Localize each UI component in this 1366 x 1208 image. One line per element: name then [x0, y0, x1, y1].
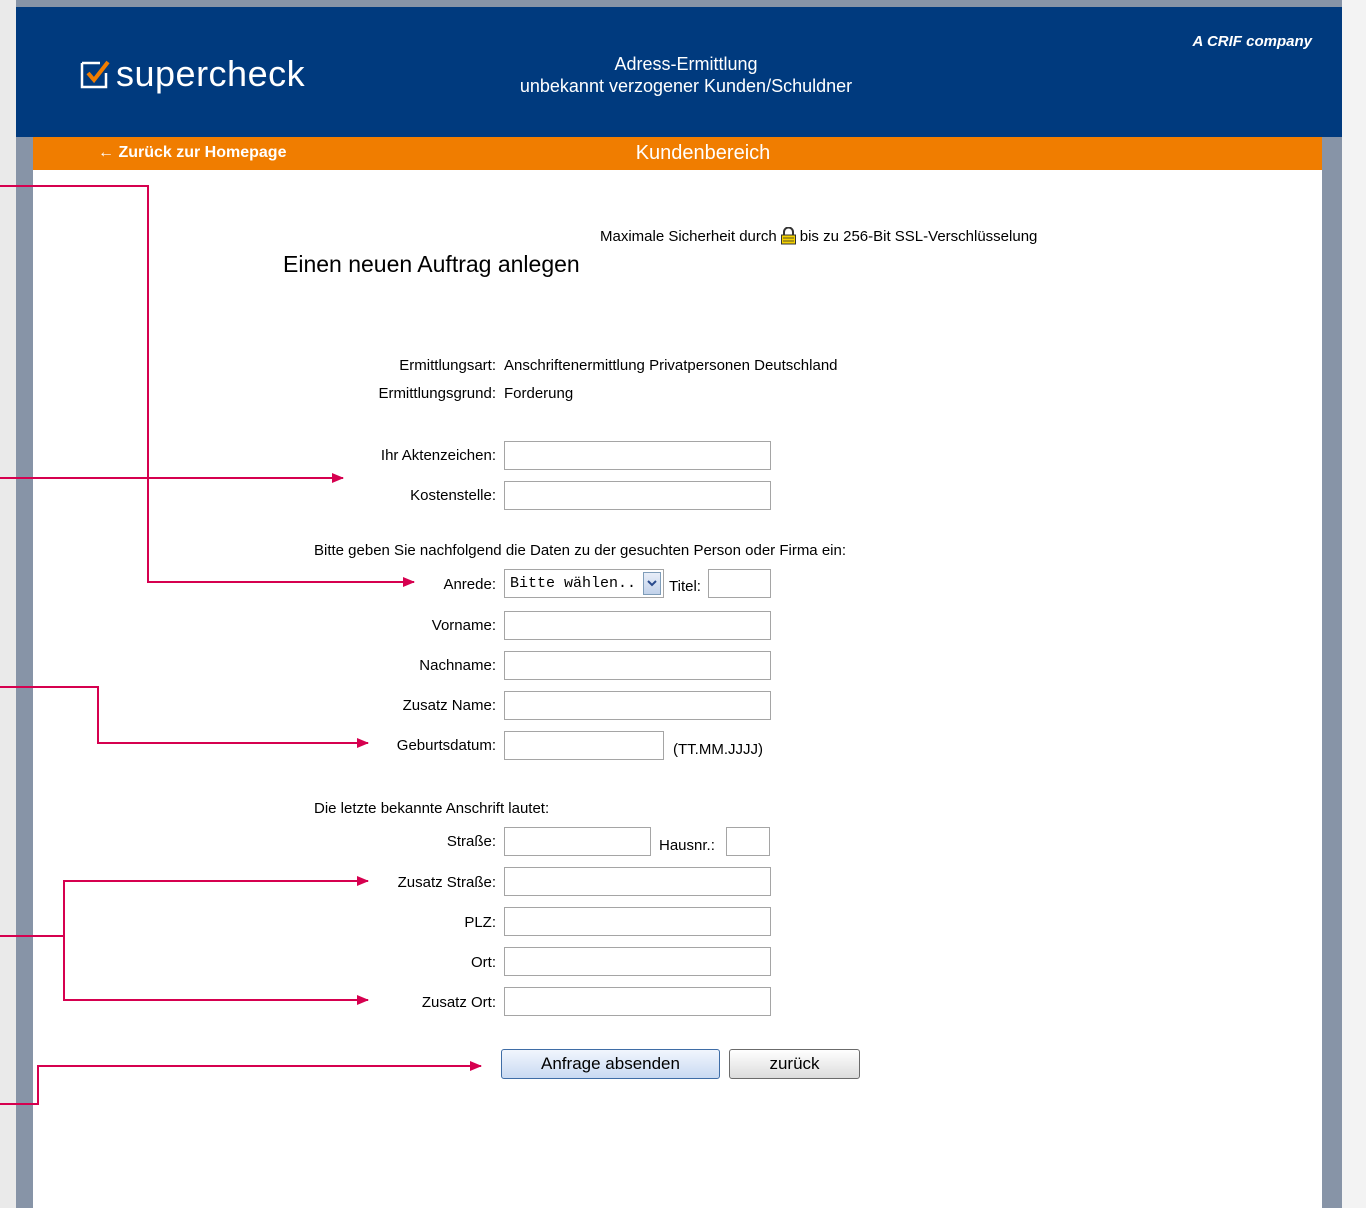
titel-input[interactable]: [708, 569, 771, 598]
left-margin: [0, 0, 16, 1208]
strasse-input[interactable]: [504, 827, 651, 856]
strasse-label: Straße:: [446, 833, 496, 850]
ssl-text-before: Maximale Sicherheit durch: [600, 227, 777, 245]
kostenstelle-input[interactable]: [504, 481, 771, 510]
zusatz-name-label: Zusatz Name:: [402, 697, 496, 714]
submit-request-button[interactable]: Anfrage absenden: [501, 1049, 720, 1079]
zusatz-strasse-input[interactable]: [504, 867, 771, 896]
address-intro-text: Die letzte bekannte Anschrift lautet:: [314, 800, 550, 817]
hausnr-input[interactable]: [726, 827, 770, 856]
zusatz-strasse-label: Zusatz Straße:: [397, 874, 496, 891]
ermittlungsgrund-value: Forderung: [504, 385, 574, 402]
ort-label: Ort:: [471, 954, 496, 971]
right-margin: [1342, 0, 1366, 1208]
site-header: supercheck Adress-Ermittlung unbekannt v…: [16, 7, 1342, 137]
vorname-input[interactable]: [504, 611, 771, 640]
geburtsdatum-input[interactable]: [504, 731, 664, 760]
lock-icon: [780, 227, 796, 245]
page-frame: supercheck Adress-Ermittlung unbekannt v…: [16, 0, 1342, 1208]
aktenzeichen-label: Ihr Aktenzeichen:: [380, 447, 496, 464]
crif-company-logo: A CRIF company: [1192, 33, 1312, 50]
nachname-label: Nachname:: [419, 657, 496, 674]
ssl-text-after: bis zu 256-Bit SSL-Verschlüsselung: [799, 227, 1038, 245]
ermittlungsart-label: Ermittlungsart:: [399, 357, 496, 374]
header-title-line1: Adress-Ermittlung: [614, 54, 758, 74]
anrede-label: Anrede:: [443, 576, 496, 593]
ermittlungsgrund-label: Ermittlungsgrund:: [378, 385, 496, 402]
person-intro-text: Bitte geben Sie nachfolgend die Daten zu…: [314, 542, 847, 559]
ort-input[interactable]: [504, 947, 771, 976]
geburtsdatum-hint: (TT.MM.JJJJ): [673, 741, 763, 758]
ssl-notice: Maximale Sicherheit durch bis zu 256-Bit…: [600, 227, 1037, 245]
zusatz-name-input[interactable]: [504, 691, 771, 720]
page-title: Einen neuen Auftrag anlegen: [283, 251, 580, 277]
hausnr-label: Hausnr.:: [659, 837, 715, 854]
area-title: Kundenbereich: [635, 142, 771, 164]
nav-bar: ← Zurück zur Homepage Kundenbereich: [33, 137, 1322, 170]
geburtsdatum-label: Geburtsdatum:: [396, 737, 496, 754]
logo-text: supercheck: [116, 53, 306, 94]
plz-label: PLZ:: [464, 914, 496, 931]
zusatz-ort-input[interactable]: [504, 987, 771, 1016]
checkbox-logo-icon: [80, 60, 110, 89]
aktenzeichen-input[interactable]: [504, 441, 771, 470]
titel-label: Titel:: [669, 578, 701, 595]
zusatz-ort-label: Zusatz Ort:: [421, 994, 496, 1011]
content-area: ← Zurück zur Homepage Kundenbereich Maxi…: [33, 137, 1322, 1208]
anrede-select[interactable]: Bitte wählen..: [504, 569, 664, 598]
header-title: Adress-Ermittlung unbekannt verzogener K…: [476, 53, 896, 97]
vorname-label: Vorname:: [431, 617, 496, 634]
plz-input[interactable]: [504, 907, 771, 936]
back-button[interactable]: zurück: [729, 1049, 860, 1079]
nachname-input[interactable]: [504, 651, 771, 680]
back-to-homepage-link[interactable]: ← Zurück zur Homepage: [98, 144, 286, 162]
supercheck-logo[interactable]: supercheck: [80, 53, 305, 95]
header-title-line2: unbekannt verzogener Kunden/Schuldner: [519, 76, 853, 96]
anrede-selected-value: Bitte wählen..: [510, 575, 637, 592]
chevron-down-icon[interactable]: [643, 572, 661, 595]
kostenstelle-label: Kostenstelle:: [410, 487, 496, 504]
ermittlungsart-value: Anschriftenermittlung Privatpersonen Deu…: [504, 357, 838, 374]
